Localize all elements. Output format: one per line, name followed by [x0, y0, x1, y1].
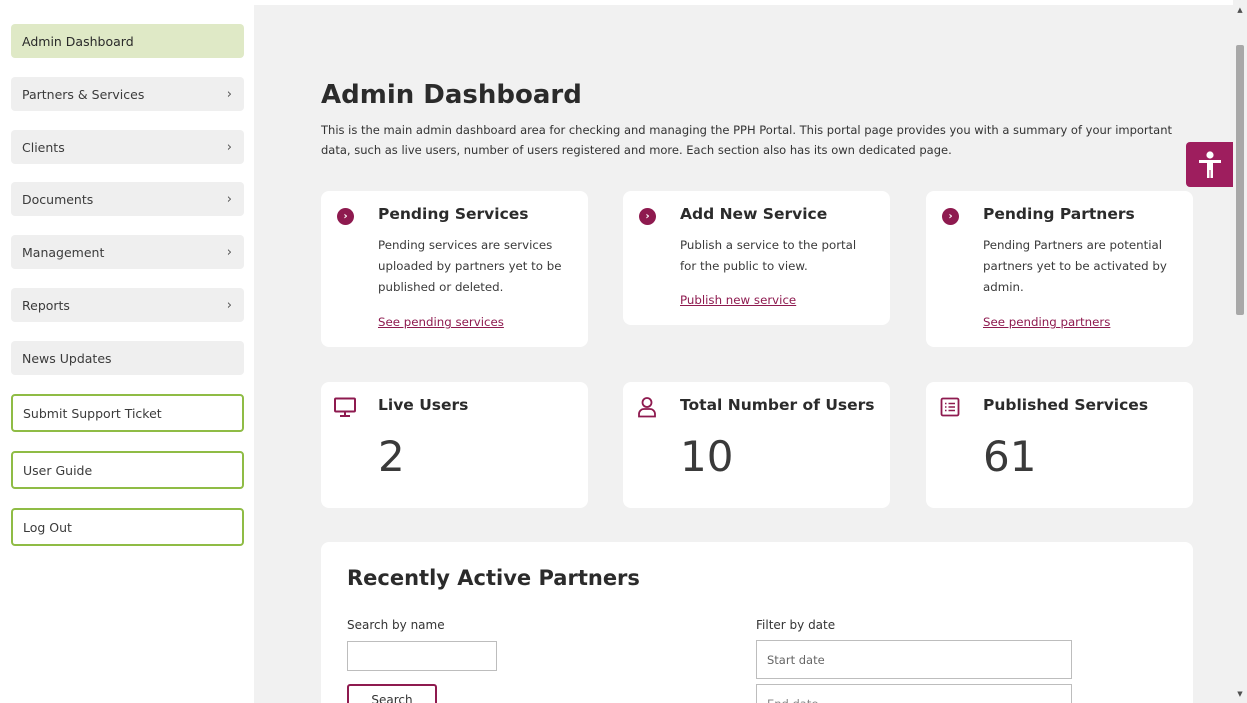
- sidebar-item-label: Management: [22, 244, 105, 260]
- see-pending-services-link[interactable]: See pending services: [378, 315, 504, 329]
- monitor-icon: [334, 397, 356, 417]
- sidebar-item-log-out[interactable]: Log Out: [11, 508, 244, 546]
- stat-title: Published Services: [983, 396, 1149, 414]
- scroll-thumb[interactable]: [1236, 45, 1244, 315]
- sidebar-item-label: Documents: [22, 191, 94, 207]
- sidebar-item-label: Reports: [22, 297, 70, 313]
- scroll-up-icon[interactable]: ▲: [1233, 6, 1247, 14]
- sidebar-item-label: Submit Support Ticket: [23, 405, 162, 421]
- publish-new-service-link[interactable]: Publish new service: [680, 293, 796, 307]
- chevron-circle-icon: ›: [337, 208, 354, 225]
- sidebar-item-admin-dashboard[interactable]: Admin Dashboard: [11, 24, 244, 58]
- chevron-circle-icon: ›: [942, 208, 959, 225]
- card-text: Publish a service to the portal for the …: [680, 238, 857, 273]
- sidebar-item-user-guide[interactable]: User Guide: [11, 451, 244, 489]
- sidebar-item-label: Clients: [22, 139, 65, 155]
- filter-label: Filter by date: [756, 618, 836, 632]
- chevron-right-icon: ›: [226, 139, 232, 155]
- recent-partners-panel: Recently Active Partners Search by name …: [321, 542, 1193, 703]
- top-strip: [254, 0, 1233, 5]
- accessibility-icon: [1198, 150, 1221, 178]
- end-date-field[interactable]: End date: [756, 684, 1072, 703]
- accessibility-button[interactable]: [1186, 142, 1233, 187]
- chevron-right-icon: ›: [226, 191, 232, 207]
- start-date-field[interactable]: Start date: [756, 640, 1072, 679]
- stat-title: Total Number of Users: [680, 396, 875, 414]
- stat-value: 2: [378, 432, 405, 481]
- sidebar-item-reports[interactable]: Reports ›: [11, 288, 244, 322]
- sidebar-item-label: Log Out: [23, 519, 72, 535]
- card-text: Pending services are services uploaded b…: [378, 238, 562, 294]
- search-input[interactable]: [347, 641, 497, 671]
- section-title: Recently Active Partners: [347, 566, 640, 590]
- sidebar-item-management[interactable]: Management ›: [11, 235, 244, 269]
- page-description: This is the main admin dashboard area fo…: [321, 123, 1173, 157]
- scrollbar[interactable]: ▲ ▼: [1233, 0, 1247, 703]
- chevron-circle-icon: ›: [639, 208, 656, 225]
- sidebar-item-label: Admin Dashboard: [22, 33, 134, 49]
- chevron-right-icon: ›: [226, 244, 232, 260]
- card-title: Pending Services: [378, 205, 529, 223]
- sidebar-item-news-updates[interactable]: News Updates: [11, 341, 244, 375]
- search-button[interactable]: Search: [347, 684, 437, 703]
- card-title: Add New Service: [680, 205, 828, 223]
- total-users-card: Total Number of Users 10: [623, 382, 890, 508]
- search-label: Search by name: [347, 618, 445, 632]
- sidebar-item-label: User Guide: [23, 462, 93, 478]
- sidebar-item-documents[interactable]: Documents ›: [11, 182, 244, 216]
- see-pending-partners-link[interactable]: See pending partners: [983, 315, 1110, 329]
- stat-value: 10: [680, 432, 734, 481]
- sidebar-item-clients[interactable]: Clients ›: [11, 130, 244, 164]
- list-icon: [940, 397, 960, 417]
- page-title: Admin Dashboard: [321, 80, 582, 110]
- pending-partners-card: › Pending Partners Pending Partners are …: [926, 191, 1193, 347]
- scroll-down-icon[interactable]: ▼: [1233, 690, 1247, 698]
- published-services-card: Published Services 61: [926, 382, 1193, 508]
- sidebar: Admin Dashboard Partners & Services › Cl…: [0, 0, 254, 703]
- sidebar-item-partners-services[interactable]: Partners & Services ›: [11, 77, 244, 111]
- sidebar-item-label: Partners & Services: [22, 86, 145, 102]
- chevron-right-icon: ›: [226, 297, 232, 313]
- user-icon: [638, 397, 656, 418]
- add-new-service-card: › Add New Service Publish a service to t…: [623, 191, 890, 325]
- chevron-right-icon: ›: [226, 86, 232, 102]
- sidebar-item-submit-support-ticket[interactable]: Submit Support Ticket: [11, 394, 244, 432]
- stat-title: Live Users: [378, 396, 469, 414]
- stat-value: 61: [983, 432, 1037, 481]
- card-text: Pending Partners are potential partners …: [983, 238, 1167, 294]
- sidebar-item-label: News Updates: [22, 350, 112, 366]
- card-title: Pending Partners: [983, 205, 1135, 223]
- live-users-card: Live Users 2: [321, 382, 588, 508]
- pending-services-card: › Pending Services Pending services are …: [321, 191, 588, 347]
